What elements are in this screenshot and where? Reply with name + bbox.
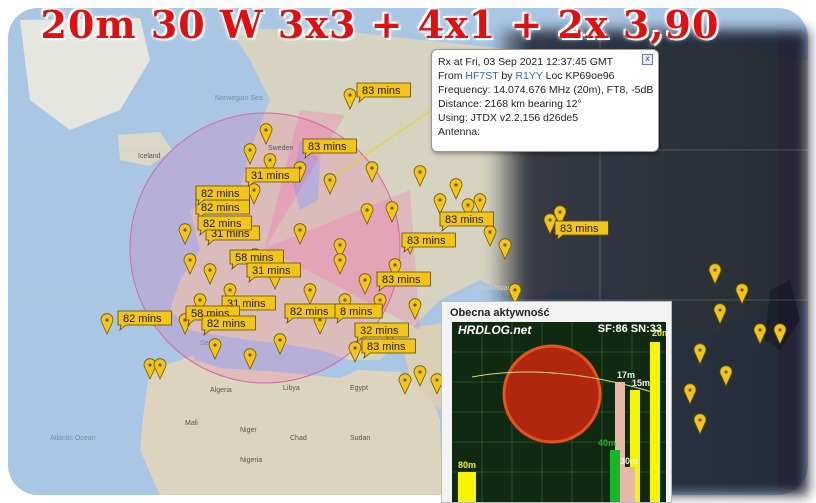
label-nigeria: Nigeria bbox=[240, 457, 262, 464]
label-atlantic: Atlantic Ocean bbox=[50, 435, 96, 442]
spot-label-text: 82 mins bbox=[201, 188, 240, 200]
spot-info-popup: x Rx at Fri, 03 Sep 2021 12:37:45 GMT Fr… bbox=[431, 49, 659, 152]
popup-antenna: Antenna: bbox=[438, 126, 481, 138]
spot-label-text: 32 mins bbox=[360, 325, 399, 337]
band-bar-30m bbox=[625, 467, 635, 502]
spot-label-text: 82 mins bbox=[207, 318, 246, 330]
spot-label-text: 82 mins bbox=[203, 218, 242, 230]
label-libya: Libya bbox=[283, 385, 300, 392]
popup-using: Using: JTDX v2.2.156 d26de5 bbox=[438, 112, 579, 124]
label-mali: Mali bbox=[185, 420, 198, 427]
spot-label-text: 83 mins bbox=[382, 274, 421, 286]
band-label-15m: 15m bbox=[632, 378, 650, 388]
label-sudan: Sudan bbox=[350, 435, 370, 442]
popup-by-text: by bbox=[498, 70, 516, 82]
spot-label-text: 82 mins bbox=[290, 306, 329, 318]
label-iceland: Iceland bbox=[138, 153, 161, 160]
spot-label-text: 31 mins bbox=[251, 170, 290, 182]
band-bar-40m bbox=[610, 450, 620, 502]
popup-distance: Distance: 2168 km bearing 12° bbox=[438, 98, 582, 110]
band-label-40m: 40m bbox=[598, 438, 616, 448]
spot-label-text: 83 mins bbox=[367, 341, 406, 353]
label-norwegian-sea: Norwegian Sea bbox=[215, 95, 263, 102]
close-icon[interactable]: x bbox=[642, 54, 653, 65]
label-kazakhstan: Kazakhstan bbox=[475, 285, 512, 292]
popup-frequency: Frequency: 14.074.676 MHz (20m), FT8, -5… bbox=[438, 84, 654, 96]
spot-label-text: 8 mins bbox=[340, 306, 373, 318]
spot-label-text: 82 mins bbox=[123, 313, 162, 325]
spot-label-text: 82 mins bbox=[201, 202, 240, 214]
page-title: 20m 30 W 3x3 + 4x1 + 2x 3,90 bbox=[40, 2, 720, 47]
solar-image: 20m 17m 15m 40m 30m 80m HRDLOG.net SF:86… bbox=[452, 322, 666, 502]
popup-from-prefix: From bbox=[438, 70, 466, 82]
hrdlog-brand: HRDLOG.net bbox=[458, 323, 532, 337]
popup-from-line: From HF7ST by R1YY Loc KP69oe96 bbox=[438, 69, 652, 83]
spot-label-text: 58 mins bbox=[235, 252, 274, 264]
popup-locator: Loc KP69oe96 bbox=[542, 70, 615, 82]
band-bar-20m bbox=[650, 342, 660, 502]
solar-graphic: 20m 17m 15m 40m 30m 80m bbox=[452, 322, 666, 502]
label-chad: Chad bbox=[290, 435, 307, 442]
solar-panel-title: Obecna aktywność bbox=[450, 307, 550, 319]
popup-rx-line: Rx at Fri, 03 Sep 2021 12:37:45 GMT bbox=[438, 56, 614, 68]
spot-label-text: 83 mins bbox=[560, 223, 599, 235]
spot-label-text: 83 mins bbox=[362, 85, 401, 97]
solar-flux-sunspot: SF:86 SN:33 bbox=[597, 323, 662, 335]
label-algeria: Algeria bbox=[210, 387, 232, 394]
solar-activity-panel: Obecna aktywność 20m 17m 15m 40m 30m 80m… bbox=[441, 301, 672, 503]
label-niger: Niger bbox=[240, 427, 257, 434]
popup-by-call-link[interactable]: R1YY bbox=[515, 70, 542, 82]
popup-from-call-link[interactable]: HF7ST bbox=[465, 70, 498, 82]
spot-label-text: 83 mins bbox=[445, 214, 484, 226]
band-bar-80m bbox=[458, 472, 476, 502]
spot-label-text: 31 mins bbox=[252, 265, 291, 277]
label-egypt: Egypt bbox=[350, 385, 368, 392]
band-label-80m: 80m bbox=[458, 460, 476, 470]
band-label-30m: 30m bbox=[620, 456, 638, 466]
label-sweden: Sweden bbox=[268, 145, 293, 152]
spot-label-text: 83 mins bbox=[308, 141, 347, 153]
propagation-map[interactable]: Norwegian Sea Iceland Sweden Kazakhstan … bbox=[0, 0, 816, 503]
spot-label-text: 83 mins bbox=[407, 235, 446, 247]
